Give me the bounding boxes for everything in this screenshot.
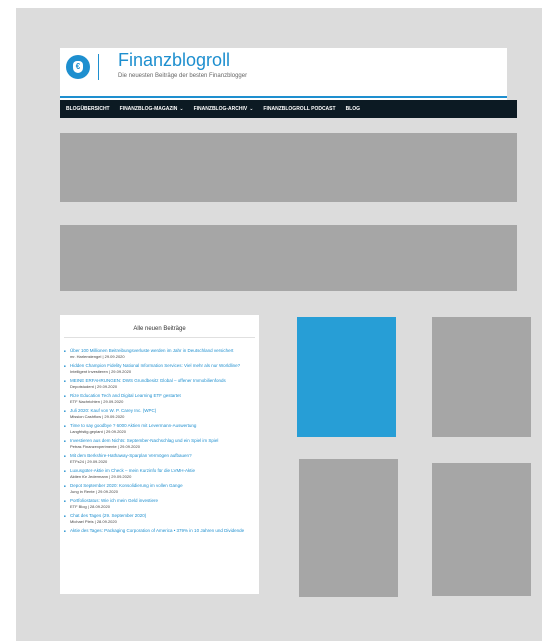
post-meta: ETFs24 | 29.09.2020	[70, 459, 108, 464]
nav-item-label: FINANZBLOGROLL PODCAST	[263, 106, 336, 112]
list-item: Hidden Champion Fidelity National Inform…	[64, 363, 254, 374]
logo-divider	[98, 54, 99, 80]
nav-item-podcast[interactable]: FINANZBLOGROLL PODCAST	[263, 106, 335, 112]
post-meta: Mission Cashflow | 29.09.2020	[70, 414, 125, 419]
post-meta: Intelligent Investieren | 29.09.2020	[70, 369, 132, 374]
post-meta: Depotstudent | 29.09.2020	[70, 384, 118, 389]
post-meta: Aktien für Jedermann | 29.09.2020	[70, 474, 132, 479]
post-meta: Langfristig.geplant | 29.09.2020	[70, 429, 126, 434]
widget-divider	[64, 337, 255, 338]
sidebar-placeholder-3	[432, 463, 531, 596]
list-item: Time to say goodbye ? 6000 Aktien mit Le…	[64, 423, 254, 434]
nav-item-blog[interactable]: BLOG	[346, 106, 360, 112]
list-item: MEINE ERFAHRUNGEN: DWS Grundbesitz Globa…	[64, 378, 254, 389]
list-item: Juli 2020: Kauf von W. P. Carey Inc. (WP…	[64, 408, 254, 419]
nav-item-label: BLOG	[345, 106, 361, 112]
sidebar-placeholder-2	[299, 459, 398, 597]
chevron-down-icon: ⌄	[179, 106, 184, 112]
nav-item-label: FINANZBLOG-MAGAZIN	[119, 106, 178, 112]
banner-placeholder-2	[60, 225, 517, 291]
post-meta: ETF Nachrichten | 29.09.2020	[70, 399, 124, 404]
site-header: € Finanzblogroll Die neuesten Beiträge d…	[60, 48, 507, 102]
posts-list: Über 100 Millionen Beitreibungsverluste …	[64, 348, 254, 538]
nav-item-finanzblog-magazin[interactable]: FINANZBLOG-MAGAZIN ⌄	[120, 106, 184, 112]
list-item: Depot September 2020: Konsolidierung im …	[64, 483, 254, 494]
list-item: Rize Education Tech and Digital Learning…	[64, 393, 254, 404]
post-meta: ETF Blog | 28.09.2020	[70, 504, 110, 509]
money-bag-icon: €	[73, 61, 83, 73]
nav-item-blogubersicht[interactable]: BLOGÜBERSICHT	[66, 106, 110, 112]
highlight-box[interactable]	[297, 317, 396, 437]
main-navigation: BLOGÜBERSICHT FINANZBLOG-MAGAZIN ⌄ FINANZ…	[60, 100, 517, 118]
euro-sign: €	[75, 62, 81, 71]
nav-item-label: FINANZBLOG-ARCHIV	[193, 106, 248, 112]
post-meta: Michael Pleis | 28.09.2020	[70, 519, 117, 524]
site-tagline: Die neuesten Beiträge der besten Finanzb…	[118, 73, 248, 79]
post-meta: Petras Finanzexperimente | 29.09.2020	[70, 444, 140, 449]
list-item: Portfoliostatus: Wie ich mein Geld inves…	[64, 498, 254, 509]
post-meta: Jung in Rente | 29.09.2020	[70, 489, 118, 494]
money-bag-logo-icon[interactable]: €	[66, 55, 90, 79]
widget-title: Alle neuen Beiträge	[133, 326, 186, 332]
header-accent-line	[60, 96, 507, 98]
nav-item-finanzblog-archiv[interactable]: FINANZBLOG-ARCHIV ⌄	[194, 106, 254, 112]
post-link[interactable]: Aktie des Tages: Packaging Corporation o…	[70, 528, 254, 534]
banner-placeholder-1	[60, 133, 517, 202]
recent-posts-widget: Alle neuen Beiträge Über 100 Millionen B…	[60, 315, 259, 594]
site-title[interactable]: Finanzblogroll	[118, 50, 230, 71]
post-meta: mr. Harlenstengel | 29.09.2020	[70, 354, 125, 359]
chevron-down-icon: ⌄	[249, 106, 254, 112]
sidebar-placeholder-1	[432, 317, 531, 437]
list-item: Aktie des Tages: Packaging Corporation o…	[64, 528, 254, 534]
nav-item-label: BLOGÜBERSICHT	[66, 106, 110, 112]
list-item: Mit dem Berkshire-Hathaway-Sparplan Verm…	[64, 453, 254, 464]
list-item: Chat des Tages (29. September 2020)Micha…	[64, 513, 254, 524]
list-item: Investieren aus dem Nichts: September-Na…	[64, 438, 254, 449]
list-item: Über 100 Millionen Beitreibungsverluste …	[64, 348, 254, 359]
list-item: Luxusgüter-Aktie im Check – mein Kurzinf…	[64, 468, 254, 479]
